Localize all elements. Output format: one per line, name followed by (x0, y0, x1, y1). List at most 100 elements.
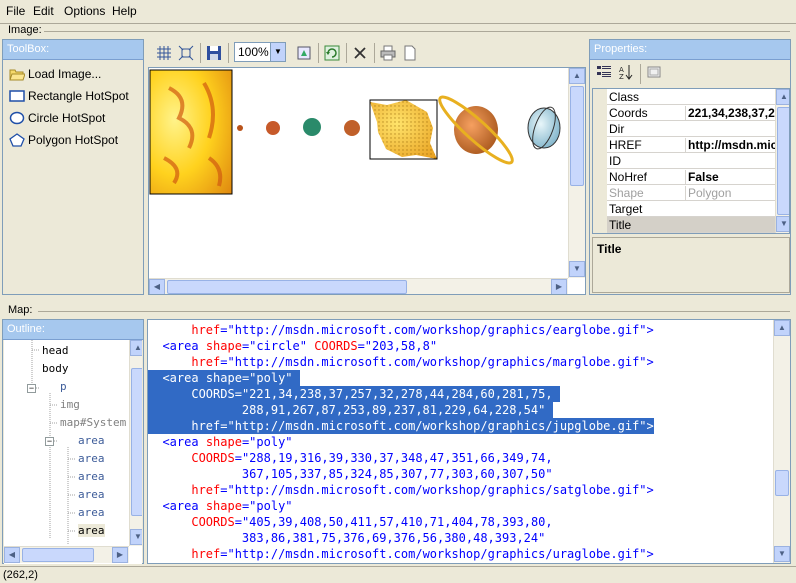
code-token: shape (205, 499, 242, 513)
property-grid-scrollbar[interactable]: ▲ ▼ (775, 89, 789, 233)
code-vertical-scrollbar[interactable]: ▲ ▼ (773, 320, 790, 563)
scroll-up-icon[interactable]: ▲ (774, 320, 790, 336)
scroll-thumb[interactable] (570, 86, 584, 186)
tree-node[interactable]: map#System (60, 416, 126, 429)
solar-system-image (149, 69, 561, 195)
map-section-line (38, 311, 790, 312)
new-document-icon[interactable] (400, 43, 420, 63)
code-token: = (357, 339, 365, 353)
menu-options[interactable]: Options (64, 4, 105, 18)
scroll-down-icon[interactable]: ▼ (130, 529, 142, 545)
save-icon[interactable] (204, 43, 224, 63)
outline-vertical-scrollbar[interactable]: ▲ ▼ (129, 340, 142, 546)
code-token: = (234, 387, 242, 401)
circle-hotspot-tool[interactable]: Circle HotSpot (9, 108, 105, 128)
code-token: "405,39,408,50,411,57,410,71,404,78,393,… (241, 515, 553, 529)
property-row[interactable]: Dir (593, 121, 775, 137)
polygon-hotspot-tool[interactable]: Polygon HotSpot (9, 130, 118, 150)
property-pages-icon[interactable] (644, 62, 664, 82)
tree-node[interactable]: area (78, 434, 105, 447)
load-image-tool[interactable]: Load Image... (9, 64, 101, 84)
code-token: COORDS (191, 451, 235, 465)
code-token: <area (162, 371, 199, 385)
chevron-down-icon[interactable]: ▼ (270, 43, 285, 61)
property-name: Dir (609, 122, 625, 136)
tree-node[interactable]: body (42, 362, 69, 375)
scroll-thumb[interactable] (777, 107, 789, 215)
image-canvas[interactable]: ▲ ▼ ◀ ▶ (148, 67, 586, 295)
scroll-down-icon[interactable]: ▼ (774, 546, 790, 562)
fit-icon[interactable] (176, 43, 196, 63)
canvas-vertical-scrollbar[interactable]: ▲ ▼ (568, 68, 585, 278)
property-row[interactable]: Coords 221,34,238,37,2 (593, 105, 775, 121)
zoom-select[interactable]: 100% ▼ (234, 42, 286, 62)
properties-title: Properties: (590, 40, 790, 60)
property-row-margin (593, 137, 607, 153)
property-row[interactable]: HREF http://msdn.mic (593, 137, 775, 153)
rectangle-icon (9, 89, 25, 103)
scroll-left-icon[interactable]: ◀ (149, 279, 165, 294)
scroll-down-icon[interactable]: ▼ (569, 261, 585, 277)
scroll-up-icon[interactable]: ▲ (776, 89, 789, 105)
property-row[interactable]: Shape Polygon (593, 185, 775, 201)
tree-node[interactable]: head (42, 344, 69, 357)
property-row[interactable]: ID (593, 153, 775, 169)
code-line: href="http://msdn.microsoft.com/workshop… (148, 482, 653, 498)
collapse-icon[interactable]: − (45, 437, 54, 446)
outline-tree[interactable]: head body p img map#System area area area area ar… (4, 340, 142, 564)
menu-file[interactable]: File (6, 4, 25, 18)
property-row-margin (593, 153, 607, 169)
property-row[interactable]: Class (593, 89, 775, 105)
menu-help[interactable]: Help (112, 4, 137, 18)
scroll-thumb[interactable] (775, 470, 789, 496)
collapse-icon[interactable]: − (27, 384, 36, 393)
code-line: href="http://msdn.microsoft.com/workshop… (148, 322, 653, 338)
code-token: "poly" (249, 499, 293, 513)
scroll-thumb[interactable] (22, 548, 94, 562)
categorized-icon[interactable] (594, 62, 614, 82)
code-token: "poly" (249, 371, 293, 385)
property-value[interactable]: http://msdn.mic (685, 138, 775, 152)
scroll-right-icon[interactable]: ▶ (551, 279, 567, 294)
canvas-horizontal-scrollbar[interactable]: ◀ ▶ (149, 278, 568, 294)
rectangle-hotspot-tool[interactable]: Rectangle HotSpot (9, 86, 129, 106)
tree-node[interactable]: area (78, 470, 105, 483)
print-icon[interactable] (378, 43, 398, 63)
delete-icon[interactable] (350, 43, 370, 63)
tree-node[interactable]: area (78, 452, 105, 465)
property-value[interactable]: 221,34,238,37,2 (685, 106, 775, 120)
scroll-left-icon[interactable]: ◀ (4, 547, 20, 563)
image-properties-icon[interactable] (294, 43, 314, 63)
code-token: COORDS (314, 339, 358, 353)
scroll-up-icon[interactable]: ▲ (569, 68, 585, 84)
code-token: = (234, 515, 242, 529)
tree-node[interactable]: area (78, 506, 105, 519)
grid-icon[interactable] (154, 43, 174, 63)
tree-node[interactable]: p (60, 380, 67, 393)
outline-horizontal-scrollbar[interactable]: ◀ ▶ (4, 546, 129, 563)
property-value[interactable]: False (685, 170, 775, 184)
toolbox-panel: ToolBox: Load Image... Rectangle HotSpot… (2, 39, 144, 295)
html-code-editor[interactable]: href="http://msdn.microsoft.com/workshop… (147, 319, 791, 564)
property-row[interactable]: NoHref False (593, 169, 775, 185)
code-line: 383,86,381,75,376,69,376,56,380,48,393,2… (148, 530, 545, 546)
scroll-up-icon[interactable]: ▲ (130, 340, 142, 356)
property-row[interactable]: Target (593, 201, 775, 217)
property-value[interactable]: Polygon (685, 186, 775, 200)
sort-alphabetical-icon[interactable]: AZ (616, 62, 636, 82)
scroll-thumb[interactable] (167, 280, 407, 294)
property-row[interactable]: Title (593, 217, 775, 233)
property-grid: Class Coords 221,34,238,37,2 Dir HREF http://… (592, 88, 790, 234)
scroll-right-icon[interactable]: ▶ (112, 547, 128, 563)
menu-edit[interactable]: Edit (33, 4, 54, 18)
tree-node[interactable]: area (78, 488, 105, 501)
code-line: href="http://msdn.microsoft.com/workshop… (148, 354, 653, 370)
refresh-icon[interactable] (322, 43, 342, 63)
tree-node[interactable]: img (60, 398, 80, 411)
scroll-down-icon[interactable]: ▼ (776, 216, 789, 232)
tree-node[interactable]: area (78, 524, 105, 537)
scroll-thumb[interactable] (131, 368, 142, 516)
